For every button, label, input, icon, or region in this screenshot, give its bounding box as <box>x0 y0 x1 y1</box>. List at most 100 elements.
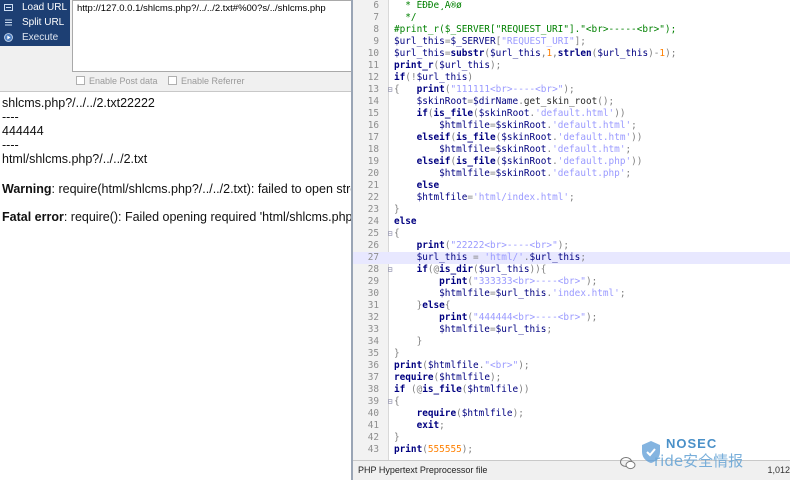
code-text: } <box>394 348 400 360</box>
code-line[interactable]: 15 if(is_file($skinRoot.'default.html')) <box>353 108 790 120</box>
code-token: ; <box>569 192 575 203</box>
code-token: $skinRoot <box>501 132 553 143</box>
code-line[interactable]: 34 } <box>353 336 790 348</box>
code-line[interactable]: 29 print("333333<br>----<br>"); <box>353 276 790 288</box>
code-line[interactable]: 19 elseif(is_file($skinRoot.'default.php… <box>353 156 790 168</box>
code-line[interactable]: 26 print("22222<br>----<br>"); <box>353 240 790 252</box>
code-token: $htmlfile <box>439 168 490 179</box>
code-line[interactable]: 36 print($htmlfile."<br>"); <box>353 360 790 372</box>
enable-referrer-label: Enable Referrer <box>181 76 245 86</box>
code-line[interactable]: 38 if (@is_file($htmlfile)) <box>353 384 790 396</box>
code-token: (@ <box>427 264 440 275</box>
code-text: { <box>394 228 400 240</box>
code-token: print <box>439 276 468 287</box>
load-url-button[interactable]: Load URL <box>0 0 70 15</box>
code-token: ); <box>665 48 677 59</box>
line-number: 26 <box>367 240 379 251</box>
code-line[interactable]: 13 ⊟{ print("111111<br>----<br>"); <box>353 84 790 96</box>
code-line[interactable]: 12 if(!$url_this) <box>353 72 790 84</box>
code-token: ); <box>489 372 502 383</box>
code-text: require($htmlfile); <box>394 408 524 420</box>
code-token: { <box>394 396 400 407</box>
code-token: ; <box>631 120 637 131</box>
code-line[interactable]: 6 * ÈÐÐe¸A®ø <box>353 0 790 12</box>
code-text: print("444444<br>----<br>"); <box>394 312 597 324</box>
output-line: 444444 <box>2 124 44 138</box>
code-token: )) <box>518 384 530 395</box>
code-token: ; <box>619 288 626 299</box>
line-number: 22 <box>367 192 379 203</box>
code-token: elseif <box>416 156 451 167</box>
enable-referrer-checkbox[interactable]: Enable Referrer <box>168 76 245 86</box>
code-line[interactable]: 31 }else{ <box>353 300 790 312</box>
fold-toggle-icon[interactable]: ⊟ <box>386 396 394 408</box>
code-line[interactable]: 30 $htmlfile=$url_this.'index.html'; <box>353 288 790 300</box>
line-number: 12 <box>367 72 379 83</box>
code-line[interactable]: 21 else <box>353 180 790 192</box>
code-line[interactable]: 33 $htmlfile=$url_this; <box>353 324 790 336</box>
code-line[interactable]: 7 */ <box>353 12 790 24</box>
code-token: exit <box>416 420 440 431</box>
code-line[interactable]: 20 $htmlfile=$skinRoot.'default.php'; <box>353 168 790 180</box>
code-token: $url_this <box>416 252 468 263</box>
code-token: $dirName <box>473 96 519 107</box>
code-line[interactable]: 22 $htmlfile='html/index.html'; <box>353 192 790 204</box>
code-line[interactable]: 10 $url_this=substr($url_this,1,strlen($u… <box>353 48 790 60</box>
code-token: ); <box>518 360 530 371</box>
checkbox-box[interactable] <box>76 76 85 85</box>
code-token: $htmlfile <box>467 384 519 395</box>
code-token: (); <box>597 96 615 107</box>
code-line[interactable]: 14 $skinRoot=$dirName.get_skin_root(); <box>353 96 790 108</box>
code-line[interactable]: 24 else <box>353 216 790 228</box>
line-number: 32 <box>367 312 379 323</box>
line-number: 38 <box>367 384 379 395</box>
code-line[interactable]: 27 $url_this = 'html/'.$url_this; <box>353 252 790 264</box>
code-line[interactable]: 25 ⊟{ <box>353 228 790 240</box>
code-line[interactable]: 16 $htmlfile=$skinRoot.'default.html'; <box>353 120 790 132</box>
code-line[interactable]: 28 ⊟ if(@is_dir($url_this)){ <box>353 264 790 276</box>
enable-post-data-checkbox[interactable]: Enable Post data <box>76 76 158 86</box>
split-url-button[interactable]: Split URL <box>0 15 70 30</box>
code-token: "<br>" <box>484 360 519 371</box>
code-token: )){ <box>529 264 547 275</box>
code-token: $htmlfile <box>439 324 490 335</box>
code-line[interactable]: 39 ⊟{ <box>353 396 790 408</box>
code-line[interactable]: 18 $htmlfile=$skinRoot.'default.htm'; <box>353 144 790 156</box>
code-line[interactable]: 11 print_r($url_this); <box>353 60 790 72</box>
fold-toggle-icon[interactable]: ⊟ <box>386 84 394 96</box>
code-token: else <box>394 216 417 227</box>
code-line[interactable]: 23} <box>353 204 790 216</box>
code-token: $url_this <box>597 48 649 59</box>
code-line[interactable]: 40 require($htmlfile); <box>353 408 790 420</box>
code-line[interactable]: 35} <box>353 348 790 360</box>
execute-button[interactable]: Execute <box>0 30 70 45</box>
code-line[interactable]: 8 #print_r($_SERVER["REQUEST_URI"]."<br>-… <box>353 24 790 36</box>
fold-toggle-icon[interactable]: ⊟ <box>386 228 394 240</box>
code-token: is_file <box>456 156 496 167</box>
code-line[interactable]: 32 print("444444<br>----<br>"); <box>353 312 790 324</box>
code-line[interactable]: 9 $url_this=$_SERVER["REQUEST_URI"]; <box>353 36 790 48</box>
fold-toggle-icon[interactable]: ⊟ <box>386 264 394 276</box>
url-textarea[interactable]: http://127.0.0.1/shlcms.php?/../../2.txt… <box>72 0 352 72</box>
code-token: ); <box>557 240 570 251</box>
line-number: 18 <box>367 144 379 155</box>
line-number: 17 <box>367 132 379 143</box>
code-line[interactable]: 41 exit; <box>353 420 790 432</box>
code-line[interactable]: 17 elseif(is_file($skinRoot.'default.htm… <box>353 132 790 144</box>
code-line[interactable]: 37 require($htmlfile); <box>353 372 790 384</box>
checkbox-box[interactable] <box>168 76 177 85</box>
line-number: 15 <box>367 108 379 119</box>
fatal-error-label: Fatal error <box>2 210 64 224</box>
code-token: $url_this <box>529 252 581 263</box>
output-line: shlcms.php?/../../2.txt22222 <box>2 96 155 110</box>
code-text: $htmlfile=$skinRoot.'default.htm'; <box>394 144 631 156</box>
code-text: if(@is_dir($url_this)){ <box>394 264 547 276</box>
code-text: print("22222<br>----<br>"); <box>394 240 569 252</box>
code-token: ); <box>585 276 598 287</box>
